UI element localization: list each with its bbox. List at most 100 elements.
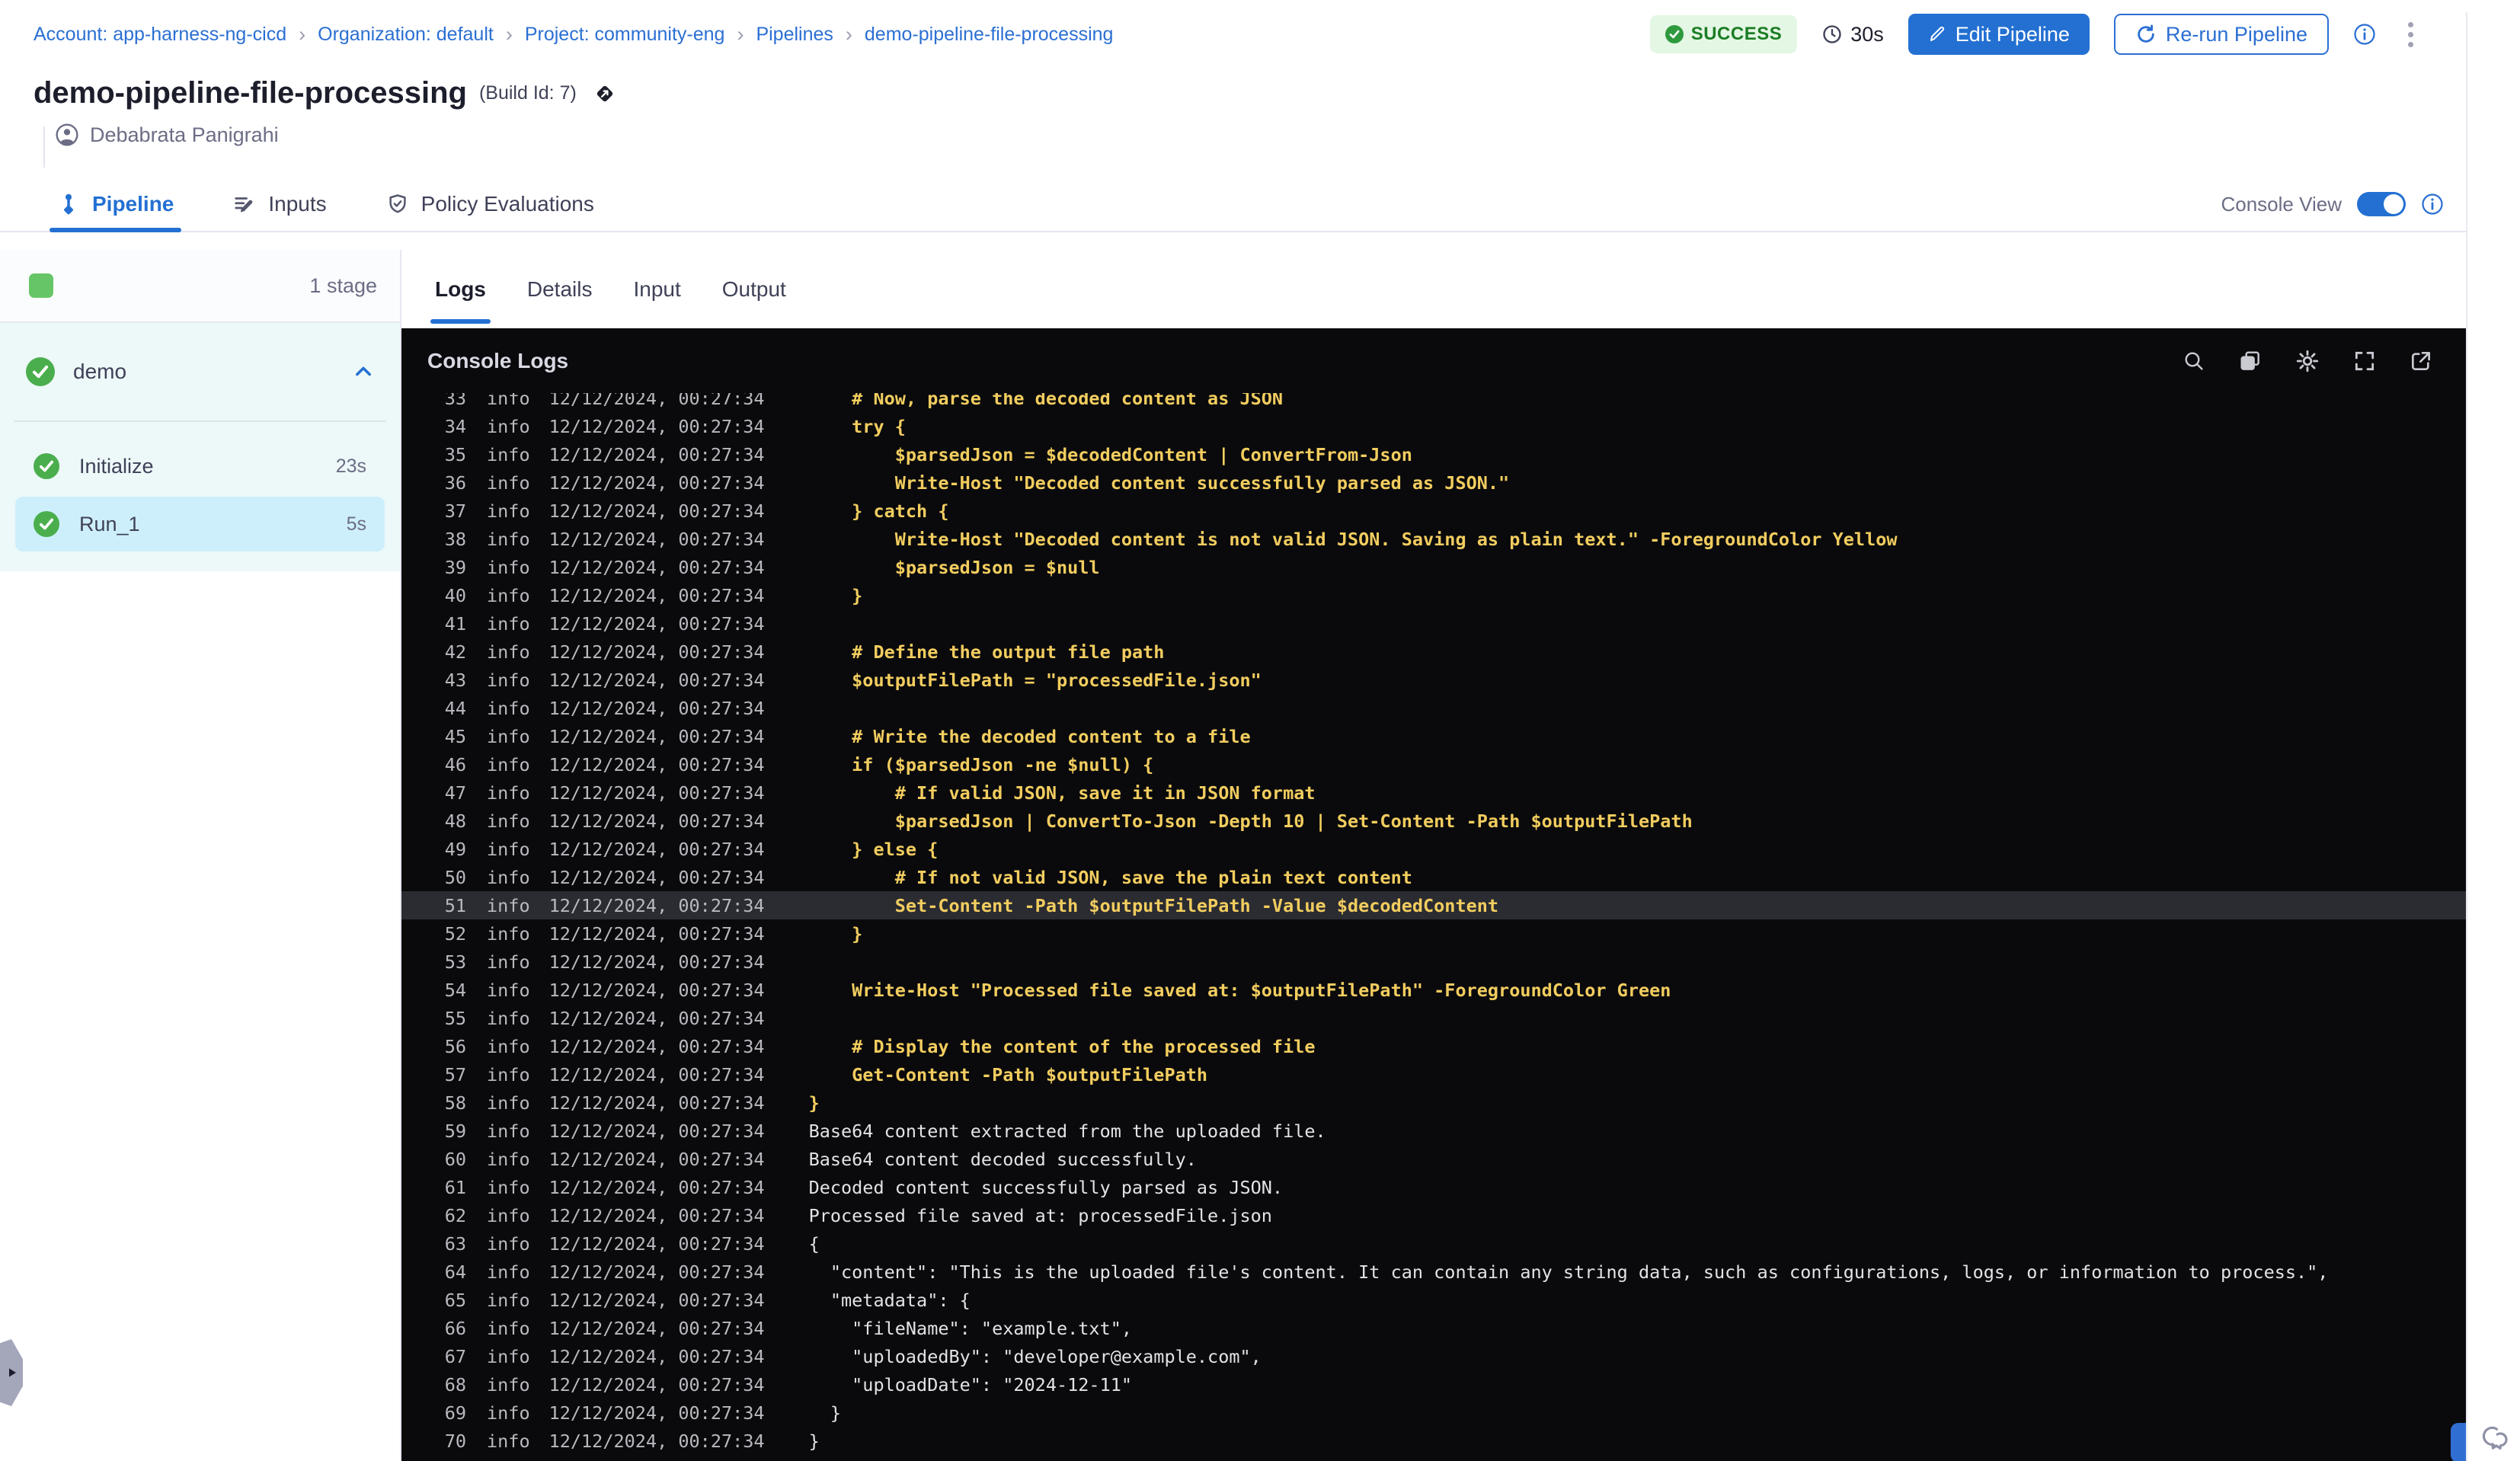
log-line-42: 42 info 12/12/2024, 00:27:34 # Define the … [401,638,2520,666]
breadcrumb-link[interactable]: Project: community-eng [525,24,725,46]
settings-icon[interactable] [2295,348,2320,374]
log-line-number: 50 [444,866,466,888]
log-message: { [808,1232,820,1255]
log-line-60: 60 info 12/12/2024, 00:27:34 Base64 content… [401,1145,2520,1173]
log-line-number: 36 [444,472,466,494]
log-message: } catch { [808,500,949,522]
console-toolbar [2182,348,2490,374]
log-line-number: 40 [444,584,466,606]
log-tab-input[interactable]: Input [628,250,685,328]
log-level: info [487,697,530,719]
log-level: info [487,1148,530,1170]
log-message: "uploadedBy": "developer@example.com", [808,1345,1262,1367]
log-line-number: 67 [444,1345,466,1367]
log-level: info [487,1402,530,1424]
header-actions: SUCCESS 30s Edit Pipeline Re-run Pipelin… [1649,14,2421,55]
success-check-icon [34,511,59,537]
log-message: Get-Content -Path $outputFilePath [808,1063,1208,1085]
search-icon[interactable] [2182,349,2206,373]
log-level: info [487,838,530,860]
stage-tree-connector [43,126,45,168]
step-name: Run_1 [79,512,140,535]
rerun-pipeline-button[interactable]: Re-run Pipeline [2113,14,2329,55]
more-options-menu[interactable] [2400,19,2421,50]
console-view-info-icon[interactable] [2421,193,2444,216]
log-line-45: 45 info 12/12/2024, 00:27:34 # Write the d… [401,722,2520,750]
execution-sidebar: 1 stage demo Initialize 23s Run_1 5s [0,250,401,1461]
step-run_1[interactable]: Run_1 5s [15,497,385,551]
trigger-info: Debabrata Panigrahi [55,123,2520,147]
duration-text: 30s [1850,22,1884,46]
commit-icon[interactable] [593,82,616,105]
log-line-58: 58 info 12/12/2024, 00:27:34} [401,1089,2520,1117]
log-level: info [487,1261,530,1283]
clock-icon [1823,25,1841,43]
log-line-41: 41 info 12/12/2024, 00:27:34 [401,609,2520,638]
log-line-46: 46 info 12/12/2024, 00:27:34 if ($parsedJs… [401,750,2520,778]
log-message: } [808,584,863,606]
breadcrumb-link[interactable]: Account: app-harness-ng-cicd [34,24,286,46]
log-line-number: 65 [444,1289,466,1311]
console-view-toggle[interactable] [2357,192,2406,216]
log-level: info [487,1007,530,1029]
log-level: info [487,669,530,691]
log-line-number: 39 [444,556,466,578]
console-header: Console Logs [401,328,2520,393]
log-timestamp: 12/12/2024, 00:27:34 [548,782,765,804]
log-timestamp: 12/12/2024, 00:27:34 [548,1035,765,1057]
log-line-number: 58 [444,1092,466,1114]
help-chat-icon[interactable] [2477,1423,2510,1456]
log-tab-logs[interactable]: Logs [430,250,491,328]
breadcrumb-link[interactable]: Organization: default [318,24,494,46]
log-timestamp: 12/12/2024, 00:27:34 [548,1430,765,1452]
step-name: Initialize [79,454,154,478]
log-line-49: 49 info 12/12/2024, 00:27:34 } else { [401,835,2520,863]
fullscreen-icon[interactable] [2352,349,2377,373]
log-message: Set-Content -Path $outputFilePath -Value… [808,894,1499,916]
tab-inputs[interactable]: Inputs [233,177,327,231]
shield-check-icon [389,194,406,213]
inputs-icon [235,197,253,213]
breadcrumb-link[interactable]: demo-pipeline-file-processing [865,24,1114,46]
log-line-44: 44 info 12/12/2024, 00:27:34 [401,694,2520,722]
log-level: info [487,1232,530,1255]
step-initialize[interactable]: Initialize 23s [15,439,385,494]
log-tab-output[interactable]: Output [718,250,791,328]
log-message: } [808,1430,820,1452]
console-view-label: Console View [2221,192,2342,216]
status-badge: SUCCESS [1649,15,1798,53]
breadcrumb-link[interactable]: Pipelines [756,24,833,46]
tab-pipeline[interactable]: Pipeline [49,177,182,232]
log-level: info [487,472,530,494]
log-line-51: 51 info 12/12/2024, 00:27:34 Set-Content -… [401,891,2520,919]
log-timestamp: 12/12/2024, 00:27:34 [548,393,765,409]
log-line-number: 55 [444,1007,466,1029]
log-message: # If valid JSON, save it in JSON format [808,782,1316,804]
log-line-35: 35 info 12/12/2024, 00:27:34 $parsedJson =… [401,440,2520,468]
log-line-68: 68 info 12/12/2024, 00:27:34 "uploadDate":… [401,1370,2520,1399]
copy-icon[interactable] [2238,349,2263,373]
log-level: info [487,612,530,635]
log-line-number: 48 [444,810,466,832]
tab-policy-evaluations[interactable]: Policy Evaluations [386,177,594,231]
log-level: info [487,641,530,663]
log-line-number: 37 [444,500,466,522]
log-line-34: 34 info 12/12/2024, 00:27:34 try { [401,412,2520,440]
breadcrumb-separator: › [845,22,852,46]
log-line-52: 52 info 12/12/2024, 00:27:34 } [401,919,2520,948]
info-icon[interactable] [2353,23,2376,46]
stage-group-header[interactable]: demo [0,323,400,420]
log-line-56: 56 info 12/12/2024, 00:27:34 # Display the… [401,1032,2520,1060]
chevron-up-icon[interactable] [353,361,374,382]
log-line-number: 62 [444,1204,466,1226]
log-timestamp: 12/12/2024, 00:27:34 [548,1232,765,1255]
open-in-new-icon[interactable] [2409,349,2433,373]
log-line-67: 67 info 12/12/2024, 00:27:34 "uploadedBy":… [401,1342,2520,1370]
log-message: "metadata": { [808,1289,971,1311]
log-timestamp: 12/12/2024, 00:27:34 [548,1345,765,1367]
log-line-number: 63 [444,1232,466,1255]
log-tab-details[interactable]: Details [523,250,597,328]
edit-pipeline-button[interactable]: Edit Pipeline [1908,14,2090,55]
log-message: "content": "This is the uploaded file's … [808,1261,2329,1283]
avatar-icon [56,123,78,146]
